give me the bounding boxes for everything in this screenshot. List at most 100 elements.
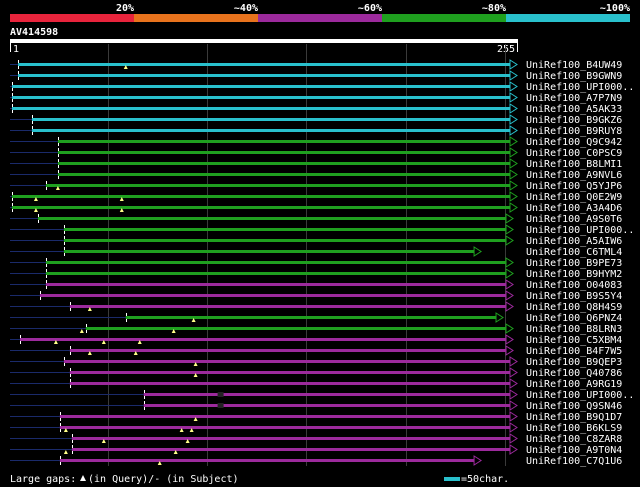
hit-bar[interactable] — [71, 448, 511, 451]
hit-bar[interactable] — [143, 393, 512, 396]
hit-label[interactable]: UniRef100_Q40786 — [526, 368, 622, 379]
hit-label[interactable]: UniRef100_Q6PNZ4 — [526, 313, 622, 324]
hit-bar[interactable] — [19, 338, 508, 341]
hit-label[interactable]: UniRef100_A9RG19 — [526, 379, 622, 390]
hit-label[interactable]: UniRef100_A7P7N9 — [526, 93, 622, 104]
hit-bar[interactable] — [17, 63, 511, 66]
hit-row[interactable]: UniRef100_Q9C942 — [10, 136, 622, 148]
hit-label[interactable]: UniRef100_A9T0N4 — [526, 445, 622, 456]
hit-row[interactable]: UniRef100_B8LMI1 — [10, 158, 622, 170]
hit-bar[interactable] — [69, 371, 511, 374]
hit-bar[interactable] — [45, 272, 508, 275]
hit-bar[interactable] — [37, 217, 508, 220]
hit-label[interactable]: UniRef100_B9GWN9 — [526, 71, 622, 82]
hit-label[interactable]: UniRef100_O04083 — [526, 280, 622, 291]
hit-bar[interactable] — [11, 96, 511, 99]
hit-label[interactable]: UniRef100_Q9SN46 — [526, 401, 622, 412]
hit-bar[interactable] — [39, 294, 508, 297]
hit-label[interactable]: UniRef100_B9S5Y4 — [526, 291, 622, 302]
hit-bar[interactable] — [69, 382, 511, 385]
hit-row[interactable]: UniRef100_UPI000.. — [10, 81, 634, 93]
hit-bar[interactable] — [125, 316, 498, 319]
hit-bar[interactable] — [57, 151, 511, 154]
hit-label[interactable]: UniRef100_C7Q1U6 — [526, 456, 622, 467]
hit-label[interactable]: UniRef100_A5AK33 — [526, 104, 622, 115]
hit-row[interactable]: UniRef100_B9GWN9 — [10, 70, 622, 82]
hit-bar[interactable] — [11, 85, 511, 88]
hit-bar[interactable] — [17, 74, 511, 77]
hit-label[interactable]: UniRef100_B4UW49 — [526, 60, 622, 71]
hit-bar[interactable] — [69, 349, 508, 352]
hit-label[interactable]: UniRef100_C6TML4 — [526, 247, 622, 258]
hit-label[interactable]: UniRef100_B6KLS9 — [526, 423, 622, 434]
hit-row[interactable]: UniRef100_B6KLS9 — [10, 422, 622, 434]
hit-label[interactable]: UniRef100_Q8H4S9 — [526, 302, 622, 313]
hit-row[interactable]: UniRef100_C0PSC9 — [10, 147, 622, 159]
hit-bar[interactable] — [11, 195, 511, 198]
hit-label[interactable]: UniRef100_B9HYM2 — [526, 269, 622, 280]
hit-label[interactable]: UniRef100_A9NVL6 — [526, 170, 622, 181]
hit-row[interactable]: UniRef100_B4UW49 — [10, 59, 622, 71]
hit-label[interactable]: UniRef100_Q0E2W9 — [526, 192, 622, 203]
hit-bar[interactable] — [31, 129, 511, 132]
hit-row[interactable]: UniRef100_B9RUY8 — [10, 125, 622, 137]
hit-row[interactable]: UniRef100_A9T0N4 — [10, 444, 622, 456]
hit-row[interactable]: UniRef100_A5AIW6 — [10, 235, 622, 247]
hit-row[interactable]: UniRef100_A5AK33 — [10, 103, 622, 115]
hit-label[interactable]: UniRef100_B9QEP3 — [526, 357, 622, 368]
hit-label[interactable]: UniRef100_A9S0T6 — [526, 214, 622, 225]
hit-label[interactable]: UniRef100_B8LMI1 — [526, 159, 622, 170]
hit-label[interactable]: UniRef100_UPI000.. — [526, 225, 634, 236]
hit-bar[interactable] — [59, 415, 511, 418]
hit-label[interactable]: UniRef100_Q5YJP6 — [526, 181, 622, 192]
hit-row[interactable]: UniRef100_Q6PNZ4 — [10, 312, 622, 324]
hit-row[interactable]: UniRef100_B9Q1D7 — [10, 411, 622, 423]
hit-bar[interactable] — [63, 239, 508, 242]
hit-label[interactable]: UniRef100_C8ZAR8 — [526, 434, 622, 445]
hit-bar[interactable] — [45, 283, 508, 286]
hit-row[interactable]: UniRef100_Q0E2W9 — [10, 191, 622, 203]
hit-row[interactable]: UniRef100_A3A4D6 — [10, 202, 622, 214]
hit-row[interactable]: UniRef100_Q5YJP6 — [10, 180, 622, 192]
hit-bar[interactable] — [59, 426, 511, 429]
hit-row[interactable]: UniRef100_Q40786 — [10, 367, 622, 379]
hit-bar[interactable] — [57, 173, 511, 176]
hit-bar[interactable] — [143, 404, 512, 407]
hit-bar[interactable] — [63, 228, 508, 231]
hit-label[interactable]: UniRef100_B9PE73 — [526, 258, 622, 269]
hit-row[interactable]: UniRef100_C5XBM4 — [10, 334, 622, 346]
hit-bar[interactable] — [69, 305, 508, 308]
hit-label[interactable]: UniRef100_B9GKZ6 — [526, 115, 622, 126]
hit-row[interactable]: UniRef100_A7P7N9 — [10, 92, 622, 104]
hit-label[interactable]: UniRef100_C0PSC9 — [526, 148, 622, 159]
hit-bar[interactable] — [59, 459, 476, 462]
hit-label[interactable]: UniRef100_Q9C942 — [526, 137, 622, 148]
hit-row[interactable]: UniRef100_A9RG19 — [10, 378, 622, 390]
hit-row[interactable]: UniRef100_UPI000.. — [10, 389, 634, 401]
hit-row[interactable]: UniRef100_UPI000.. — [10, 224, 634, 236]
hit-label[interactable]: UniRef100_A5AIW6 — [526, 236, 622, 247]
hit-row[interactable]: UniRef100_A9S0T6 — [10, 213, 622, 225]
hit-label[interactable]: UniRef100_B9Q1D7 — [526, 412, 622, 423]
hit-row[interactable]: UniRef100_A9NVL6 — [10, 169, 622, 181]
hit-bar[interactable] — [63, 250, 476, 253]
hit-row[interactable]: UniRef100_B9QEP3 — [10, 356, 622, 368]
hit-row[interactable]: UniRef100_Q8H4S9 — [10, 301, 622, 313]
hit-bar[interactable] — [31, 118, 511, 121]
hit-label[interactable]: UniRef100_B8LRN3 — [526, 324, 622, 335]
hit-row[interactable]: UniRef100_Q9SN46 — [10, 400, 622, 412]
hit-label[interactable]: UniRef100_A3A4D6 — [526, 203, 622, 214]
hit-label[interactable]: UniRef100_UPI000.. — [526, 82, 634, 93]
hit-label[interactable]: UniRef100_C5XBM4 — [526, 335, 622, 346]
hit-bar[interactable] — [85, 327, 508, 330]
hit-label[interactable]: UniRef100_UPI000.. — [526, 390, 634, 401]
hit-row[interactable]: UniRef100_C8ZAR8 — [10, 433, 622, 445]
hit-row[interactable]: UniRef100_B4F7W5 — [10, 345, 622, 357]
hit-row[interactable]: UniRef100_B9GKZ6 — [10, 114, 622, 126]
hit-bar[interactable] — [57, 140, 511, 143]
hit-bar[interactable] — [71, 437, 511, 440]
hit-row[interactable]: UniRef100_B9HYM2 — [10, 268, 622, 280]
hit-bar[interactable] — [63, 360, 511, 363]
hit-bar[interactable] — [57, 162, 511, 165]
hit-row[interactable]: UniRef100_B9PE73 — [10, 257, 622, 269]
